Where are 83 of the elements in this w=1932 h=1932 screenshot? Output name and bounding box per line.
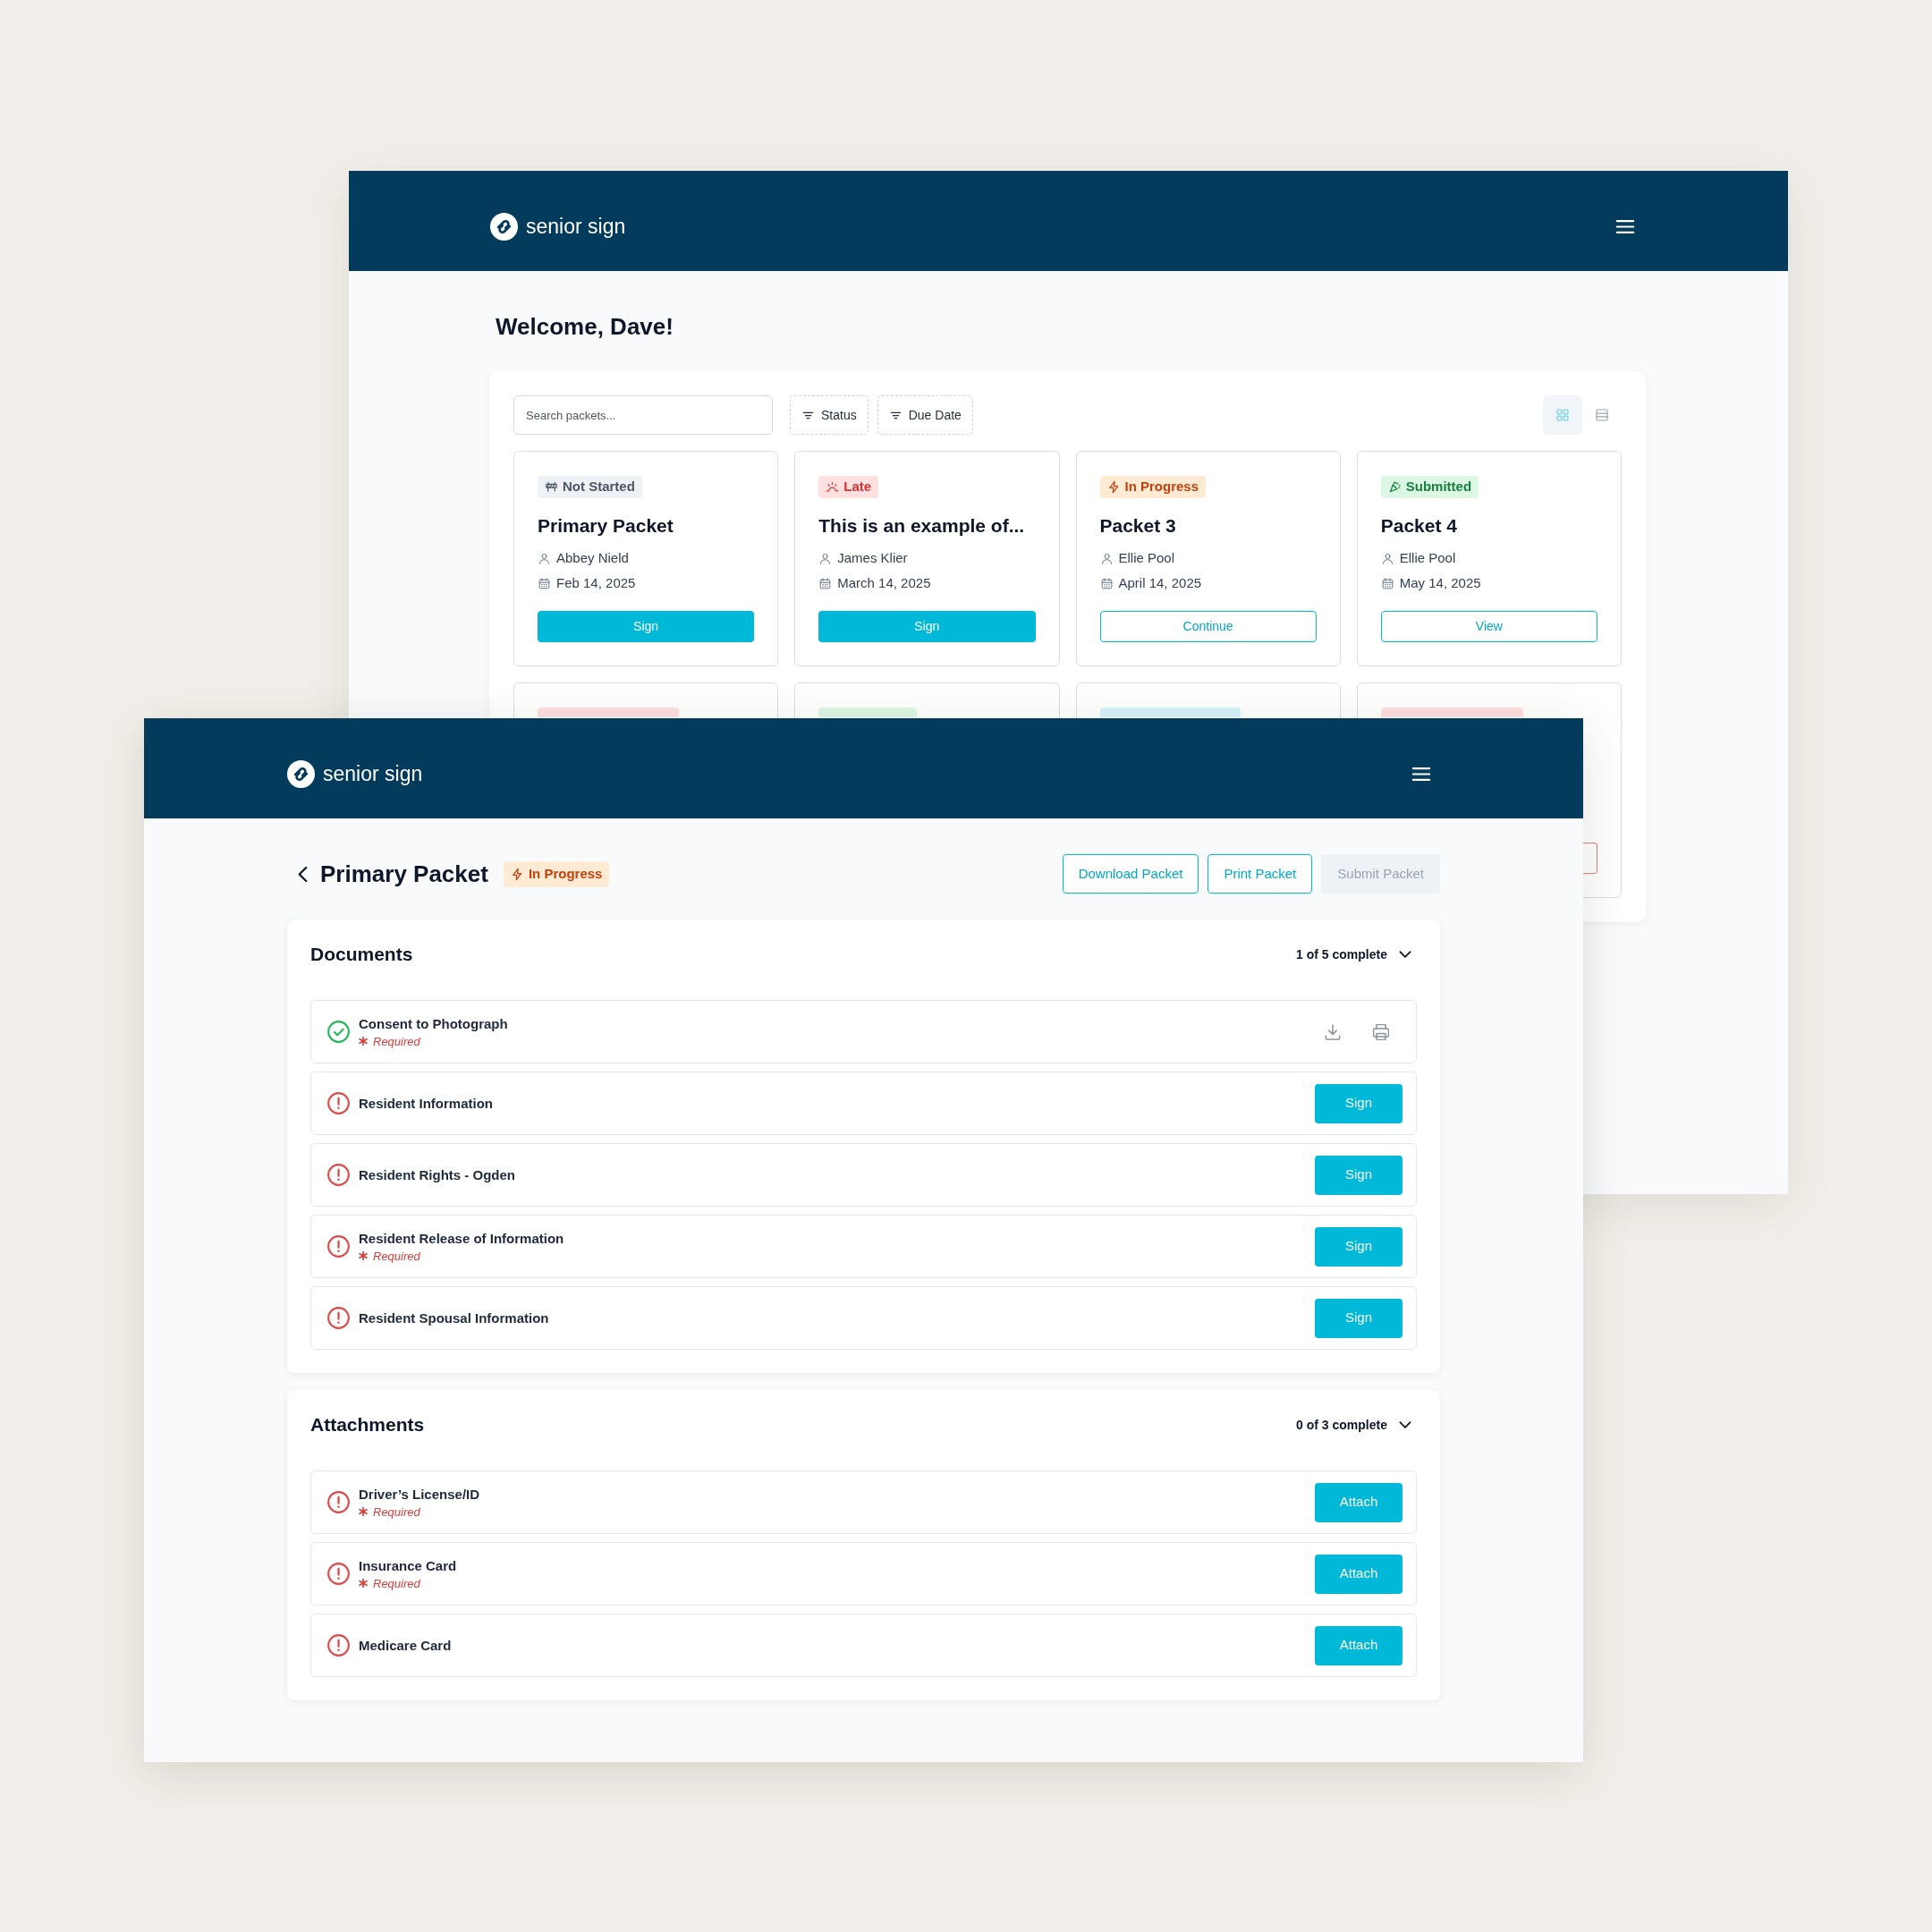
required-label: Required <box>373 1033 420 1049</box>
section-title: Documents <box>310 943 413 966</box>
brand-name: senior sign <box>323 761 423 787</box>
packet-title: Primary Packet <box>538 514 674 538</box>
calendar-icon <box>538 576 551 590</box>
search-field[interactable]: Search packets... <box>513 395 773 435</box>
person-icon <box>1380 551 1394 565</box>
lightning-icon <box>1106 480 1121 494</box>
download-icon[interactable] <box>1325 1023 1341 1040</box>
document-name: Resident Information <box>359 1094 493 1113</box>
asterisk-icon <box>359 1251 368 1260</box>
row-action-button[interactable]: Sign <box>1315 1298 1402 1338</box>
section-title: Attachments <box>310 1413 425 1436</box>
completion-count: 0 of 3 complete <box>1296 1416 1387 1434</box>
document-name: Driver’s License/ID <box>359 1485 480 1504</box>
grid-view-toggle[interactable] <box>1543 395 1582 435</box>
list-icon <box>1594 407 1610 423</box>
assignee-name: Ellie Pool <box>1399 549 1456 567</box>
person-icon <box>1099 551 1114 565</box>
row-action-button[interactable]: Sign <box>1315 1083 1402 1123</box>
required-label: Required <box>373 1504 420 1520</box>
chevron-down-icon[interactable] <box>1399 1419 1411 1431</box>
back-icon[interactable] <box>298 866 308 882</box>
menu-icon[interactable] <box>1615 217 1635 235</box>
due-date: May 14, 2025 <box>1399 574 1481 592</box>
person-icon <box>818 551 833 565</box>
action-button[interactable]: View <box>1380 611 1597 642</box>
status-badge: Late <box>818 476 879 498</box>
page-heading: Welcome, Dave! <box>496 312 674 342</box>
row-action-button[interactable]: Sign <box>1315 1226 1402 1267</box>
packet-title: Packet 3 <box>1099 514 1177 538</box>
document-name: Consent to Photograph <box>359 1014 508 1033</box>
status-badge: Not Started <box>538 476 642 498</box>
row-action-button[interactable]: Attach <box>1315 1625 1402 1665</box>
asterisk-icon <box>359 1507 368 1516</box>
completion-count: 1 of 5 complete <box>1296 945 1387 963</box>
status-badge: In Progress <box>1099 476 1207 498</box>
party-popper-icon <box>1387 480 1402 494</box>
due-date: April 14, 2025 <box>1118 574 1202 592</box>
due-date: Feb 14, 2025 <box>556 574 636 592</box>
action-button[interactable] <box>1583 843 1597 874</box>
row-action-button[interactable]: Sign <box>1315 1155 1402 1195</box>
page-title: Primary Packet <box>320 860 488 889</box>
document-name: Resident Rights - Ogden <box>359 1165 515 1184</box>
brand-name: senior sign <box>526 214 626 240</box>
action-button[interactable]: Continue <box>1099 611 1317 642</box>
packet-action-button[interactable]: Print Packet <box>1208 854 1313 894</box>
sunrise-icon <box>826 480 840 494</box>
action-button[interactable]: Sign <box>818 611 1036 642</box>
logo-icon[interactable] <box>287 759 315 788</box>
logo-icon[interactable] <box>490 212 518 241</box>
calendar-icon <box>818 576 833 590</box>
assignee-name: Ellie Pool <box>1118 549 1175 567</box>
print-icon[interactable] <box>1373 1023 1389 1040</box>
packet-title: This is an example of... <box>818 514 1026 538</box>
asterisk-icon <box>359 1037 368 1046</box>
row-action-button[interactable]: Attach <box>1315 1554 1402 1594</box>
required-label: Required <box>373 1575 420 1591</box>
filter-button[interactable]: Status <box>790 395 869 435</box>
grid-icon <box>1555 407 1571 423</box>
required-label: Required <box>373 1248 420 1264</box>
assignee-name: Abbey Nield <box>556 549 629 567</box>
assignee-name: James Klier <box>837 549 908 567</box>
packet-title: Packet 4 <box>1380 514 1458 538</box>
menu-icon[interactable] <box>1411 765 1431 783</box>
document-name: Medicare Card <box>359 1636 452 1655</box>
lightning-icon <box>510 867 524 881</box>
calendar-icon <box>1380 576 1394 590</box>
due-date: March 14, 2025 <box>837 574 931 592</box>
status-badge: In Progress <box>503 860 610 887</box>
asterisk-icon <box>359 1579 368 1588</box>
document-name: Resident Spousal Information <box>359 1309 549 1327</box>
filter-button[interactable]: Due Date <box>877 395 973 435</box>
chevron-down-icon[interactable] <box>1399 948 1411 961</box>
action-button[interactable]: Sign <box>538 611 755 642</box>
status-badge: Submitted <box>1380 476 1479 498</box>
packet-action-button[interactable]: Download Packet <box>1062 854 1199 894</box>
calendar-icon <box>1099 576 1114 590</box>
barrier-icon <box>545 480 558 494</box>
document-name: Resident Release of Information <box>359 1229 564 1248</box>
row-action-button[interactable]: Attach <box>1315 1482 1402 1522</box>
document-name: Insurance Card <box>359 1556 457 1575</box>
person-icon <box>538 551 551 565</box>
